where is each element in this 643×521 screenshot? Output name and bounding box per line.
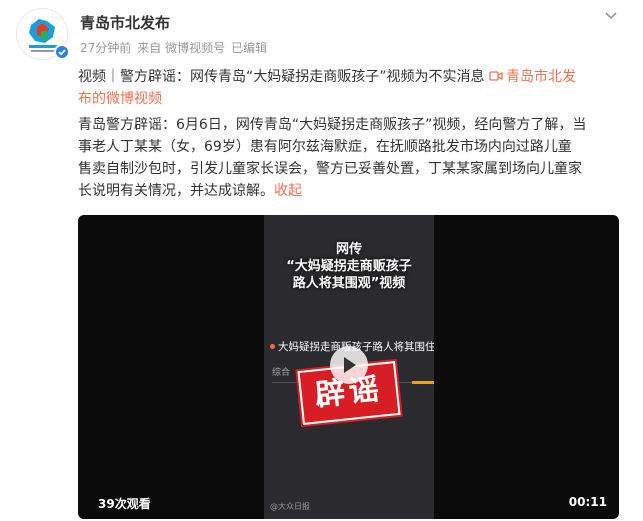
author-name[interactable]: 青岛市北发布 — [80, 12, 170, 33]
frame-title-line: “大妈疑拐走商贩孩子 — [286, 259, 412, 274]
post-text-line: 长说明有关情况，并达成谅解。收起 — [78, 180, 302, 202]
avatar-wrap[interactable] — [16, 8, 70, 60]
video-camera-icon — [489, 71, 503, 81]
collapse-link[interactable]: 收起 — [274, 183, 302, 199]
more-menu-button[interactable] — [601, 8, 621, 24]
video-source-link[interactable]: 青岛市北发 — [489, 69, 576, 85]
video-duration: 00:11 — [568, 495, 607, 509]
frame-watermark: @大众日报 — [270, 502, 310, 511]
post-meta: 27分钟前 来自 微博视频号 已编辑 — [80, 39, 273, 56]
post-text-line: 事老人丁某某（女，69岁）患有阿尔兹海默症，在抚顺路批发市场内向过路儿童 — [78, 139, 572, 155]
post-text-line: 青岛警方辟谣：6月6日，网传青岛“大妈疑拐走商贩孩子”视频，经向警方了解，当 — [78, 117, 587, 133]
post-text-line: 布的微博视频 — [78, 88, 162, 110]
post-text-headline: 视频｜警方辟谣：网传青岛“大妈疑拐走商贩孩子”视频为不实消息 — [78, 69, 489, 85]
post-text-line: 视频｜警方辟谣：网传青岛“大妈疑拐走商贩孩子”视频为不实消息 青岛市北发 — [78, 66, 576, 88]
post-text-end: 长说明有关情况，并达成谅解。 — [78, 183, 274, 199]
play-icon — [344, 357, 356, 373]
video-source-link-text: 青岛市北发 — [505, 69, 576, 85]
frame-title-line: 路人将其围观”视频 — [292, 276, 406, 291]
video-source-link-cont[interactable]: 布的微博视频 — [78, 91, 162, 107]
frame-title-line: 网传 — [335, 242, 362, 257]
weibo-post: 青岛市北发布 27分钟前 来自 微博视频号 已编辑 视频｜警方辟谣：网传青岛“大妈疑… — [0, 0, 643, 521]
frame-title: 网传 “大妈疑拐走商贩孩子 路人将其围观”视频 — [264, 241, 434, 292]
video-player[interactable]: 网传 “大妈疑拐走商贩孩子 路人将其围观”视频 大妈疑拐走商贩孩子路人将其围住 … — [78, 215, 619, 519]
chevron-down-icon — [605, 12, 617, 20]
view-count: 39次观看 — [98, 497, 151, 511]
play-button[interactable] — [330, 346, 368, 384]
post-time[interactable]: 27分钟前 — [80, 41, 131, 55]
post-text-line: 售卖自制沙包时，引发儿童家长误会，警方已妥善处置，丁某某家属到场向儿童家 — [78, 161, 582, 177]
verified-badge-icon — [54, 44, 70, 60]
frame-accent-bar — [412, 381, 434, 384]
edited-label[interactable]: 已编辑 — [231, 41, 267, 55]
post-source[interactable]: 来自 微博视频号 — [137, 41, 225, 55]
